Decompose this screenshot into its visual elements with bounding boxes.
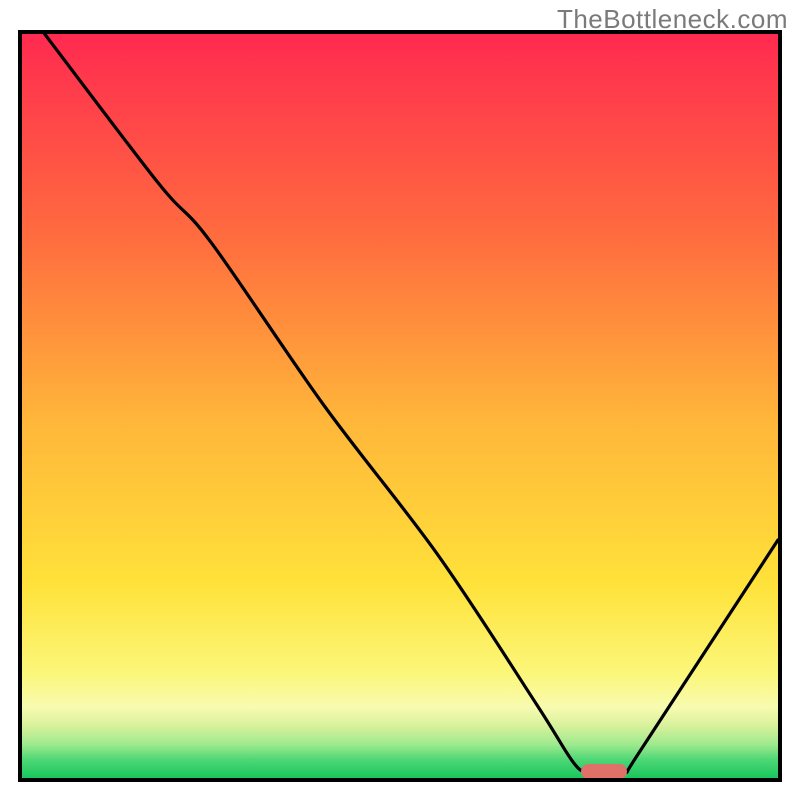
- plot-area: [18, 30, 782, 782]
- figure-root: TheBottleneck.com: [0, 0, 800, 800]
- minimum-marker: [581, 764, 626, 779]
- chart-curve: [22, 34, 778, 778]
